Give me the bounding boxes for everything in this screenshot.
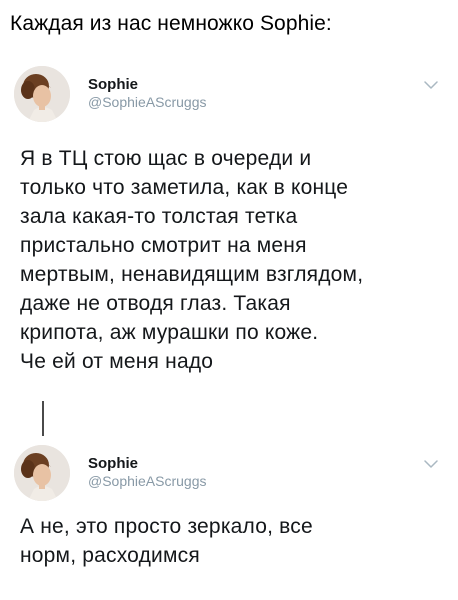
tweet-text-line: даже не отводя глаз. Такая [20, 292, 291, 315]
meme-caption: Каждая из нас немножко Sophie: [10, 12, 332, 35]
tweet-card: Sophie @SophieAScruggs Я в ТЦ стою щас в… [0, 64, 458, 373]
chevron-down-icon[interactable] [424, 459, 438, 469]
tweet-text-line: мертвым, ненавидящим взглядом, [20, 263, 364, 286]
tweet-text-line: только что заметила, как в конце [20, 176, 349, 199]
avatar[interactable] [14, 66, 70, 122]
avatar[interactable] [14, 445, 70, 501]
display-name[interactable]: Sophie [88, 76, 207, 93]
tweet-text-line: норм, расходимся [20, 544, 200, 567]
tweet-text-line: зала какая-то толстая тетка [20, 205, 298, 228]
user-handle[interactable]: @SophieAScruggs [88, 472, 207, 491]
tweet-header: Sophie @SophieAScruggs [0, 443, 458, 503]
chevron-down-icon[interactable] [424, 80, 438, 90]
tweet-header: Sophie @SophieAScruggs [0, 64, 458, 124]
avatar-portrait-icon [14, 445, 70, 501]
tweet-text: А не, это просто зеркало, все норм, расх… [20, 512, 446, 570]
thread-connector-line [42, 401, 44, 436]
tweet-text-line: крипота, аж мурашки по коже. [20, 321, 319, 344]
avatar-portrait-icon [14, 66, 70, 122]
tweet-text-line: Че ей от меня надо [20, 350, 214, 373]
display-name[interactable]: Sophie [88, 455, 207, 472]
tweet-card: Sophie @SophieAScruggs А не, это просто … [0, 443, 458, 567]
tweet-text-line: пристально смотрит на меня [20, 234, 307, 257]
user-block: Sophie @SophieAScruggs [88, 76, 207, 112]
tweet-text-line: А не, это просто зеркало, все [20, 515, 313, 538]
tweet-text: Я в ТЦ стою щас в очереди и только что з… [20, 144, 446, 376]
user-block: Sophie @SophieAScruggs [88, 455, 207, 491]
user-handle[interactable]: @SophieAScruggs [88, 93, 207, 112]
tweet-text-line: Я в ТЦ стою щас в очереди и [20, 147, 312, 170]
